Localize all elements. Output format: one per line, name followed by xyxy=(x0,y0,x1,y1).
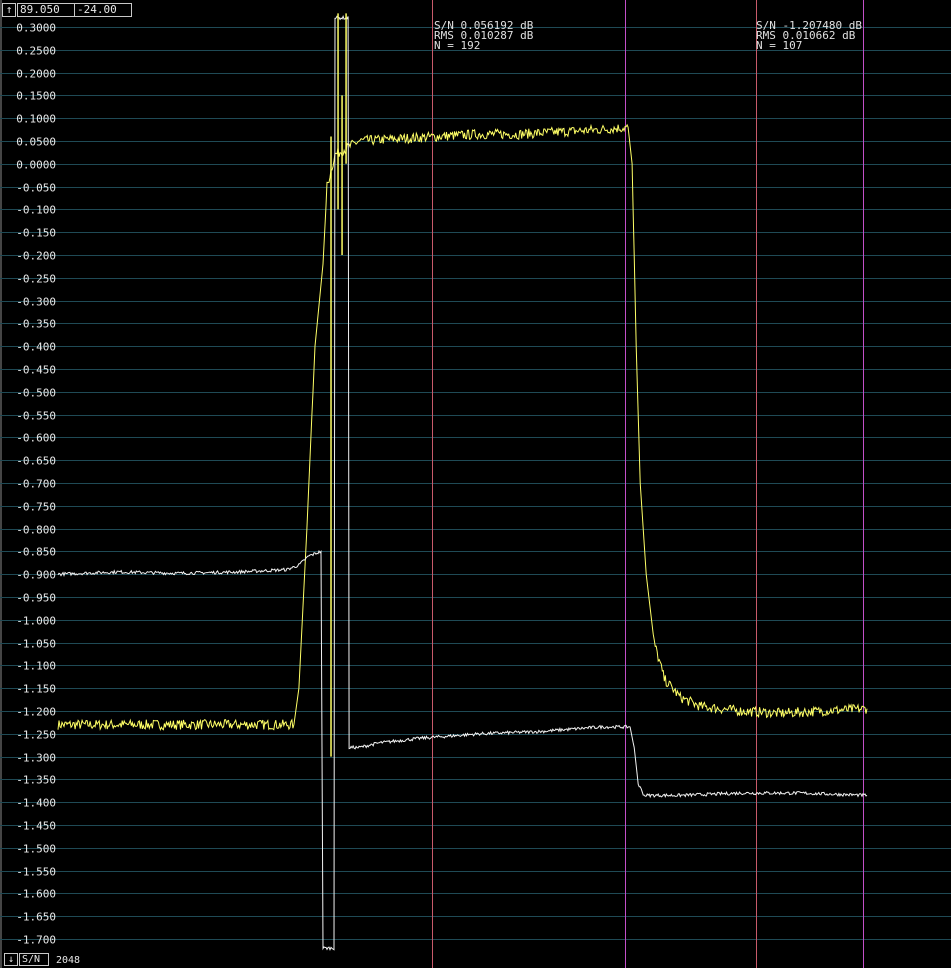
grid xyxy=(0,27,951,940)
y-tick-label: -1.100 xyxy=(16,660,56,673)
y-tick-label: -0.350 xyxy=(16,318,56,331)
y-tick-label: -0.600 xyxy=(16,432,56,445)
y-tick-label: -0.850 xyxy=(16,546,56,559)
y-tick-label: -0.250 xyxy=(16,273,56,286)
y-tick-label: -0.200 xyxy=(16,250,56,263)
y-tick-label: -0.700 xyxy=(16,478,56,491)
y-tick-label: -0.650 xyxy=(16,455,56,468)
y-tick-label: 0.2000 xyxy=(16,68,56,81)
y-tick-label: -0.400 xyxy=(16,341,56,354)
y-tick-label: -1.000 xyxy=(16,615,56,628)
y-tick-label: -0.150 xyxy=(16,227,56,240)
y-tick-label: -1.200 xyxy=(16,706,56,719)
y-tick-label: 0.0000 xyxy=(16,159,56,172)
y-tick-label: -0.450 xyxy=(16,364,56,377)
stats-2-n: N = 107 xyxy=(756,39,803,52)
spectrum-plot[interactable]: 0.3000 0.2500 0.2000 0.1500 0.1000 0.0500 0.00… xyxy=(0,0,951,968)
y-tick-label: 0.3000 xyxy=(16,22,56,35)
y-tick-label: -1.250 xyxy=(16,729,56,742)
y-tick-label: -1.550 xyxy=(16,866,56,879)
y-tick-label: -0.050 xyxy=(16,182,56,195)
y-tick-label: 0.1000 xyxy=(16,113,56,126)
y-tick-label: -0.950 xyxy=(16,592,56,605)
y-tick-label: -1.700 xyxy=(16,934,56,947)
sample-count: 2048 xyxy=(56,955,81,966)
y-tick-label: -1.150 xyxy=(16,683,56,696)
up-arrow-icon[interactable]: ↑ xyxy=(2,3,16,17)
y-tick-label: -1.650 xyxy=(16,911,56,924)
stats-block-2: S/N -1.207480 dB RMS 0.010662 dB N = 107 xyxy=(756,20,862,52)
y-tick-label: 0.1500 xyxy=(16,90,56,103)
y-tick-label: 0.2500 xyxy=(16,45,56,58)
y-tick-label: -1.350 xyxy=(16,774,56,787)
y-tick-label: -0.300 xyxy=(16,296,56,309)
y-tick-label: -1.300 xyxy=(16,752,56,765)
mode-button[interactable]: S/N xyxy=(19,953,49,966)
y-tick-labels: 0.3000 0.2500 0.2000 0.1500 0.1000 0.0500 0.00… xyxy=(16,22,56,947)
y-tick-label: -0.500 xyxy=(16,387,56,400)
y-tick-label: -0.750 xyxy=(16,501,56,514)
y-tick-label: -1.400 xyxy=(16,797,56,810)
down-arrow-icon[interactable]: ↓ xyxy=(4,953,18,966)
y-tick-label: -0.900 xyxy=(16,569,56,582)
y-tick-label: -0.100 xyxy=(16,204,56,217)
y-tick-label: -1.050 xyxy=(16,638,56,651)
y-tick-label: -0.550 xyxy=(16,410,56,423)
stats-block-1: S/N 0.056192 dB RMS 0.010287 dB N = 192 xyxy=(434,20,533,52)
y-tick-label: -1.500 xyxy=(16,843,56,856)
y-tick-label: -1.600 xyxy=(16,888,56,901)
stats-1-n: N = 192 xyxy=(434,39,481,52)
y-tick-label: 0.0500 xyxy=(16,136,56,149)
y-tick-label: -1.450 xyxy=(16,820,56,833)
header-value-b[interactable]: -24.00 xyxy=(74,3,132,17)
y-tick-label: -0.800 xyxy=(16,524,56,537)
header-value-a[interactable]: 89.050 xyxy=(17,3,75,17)
